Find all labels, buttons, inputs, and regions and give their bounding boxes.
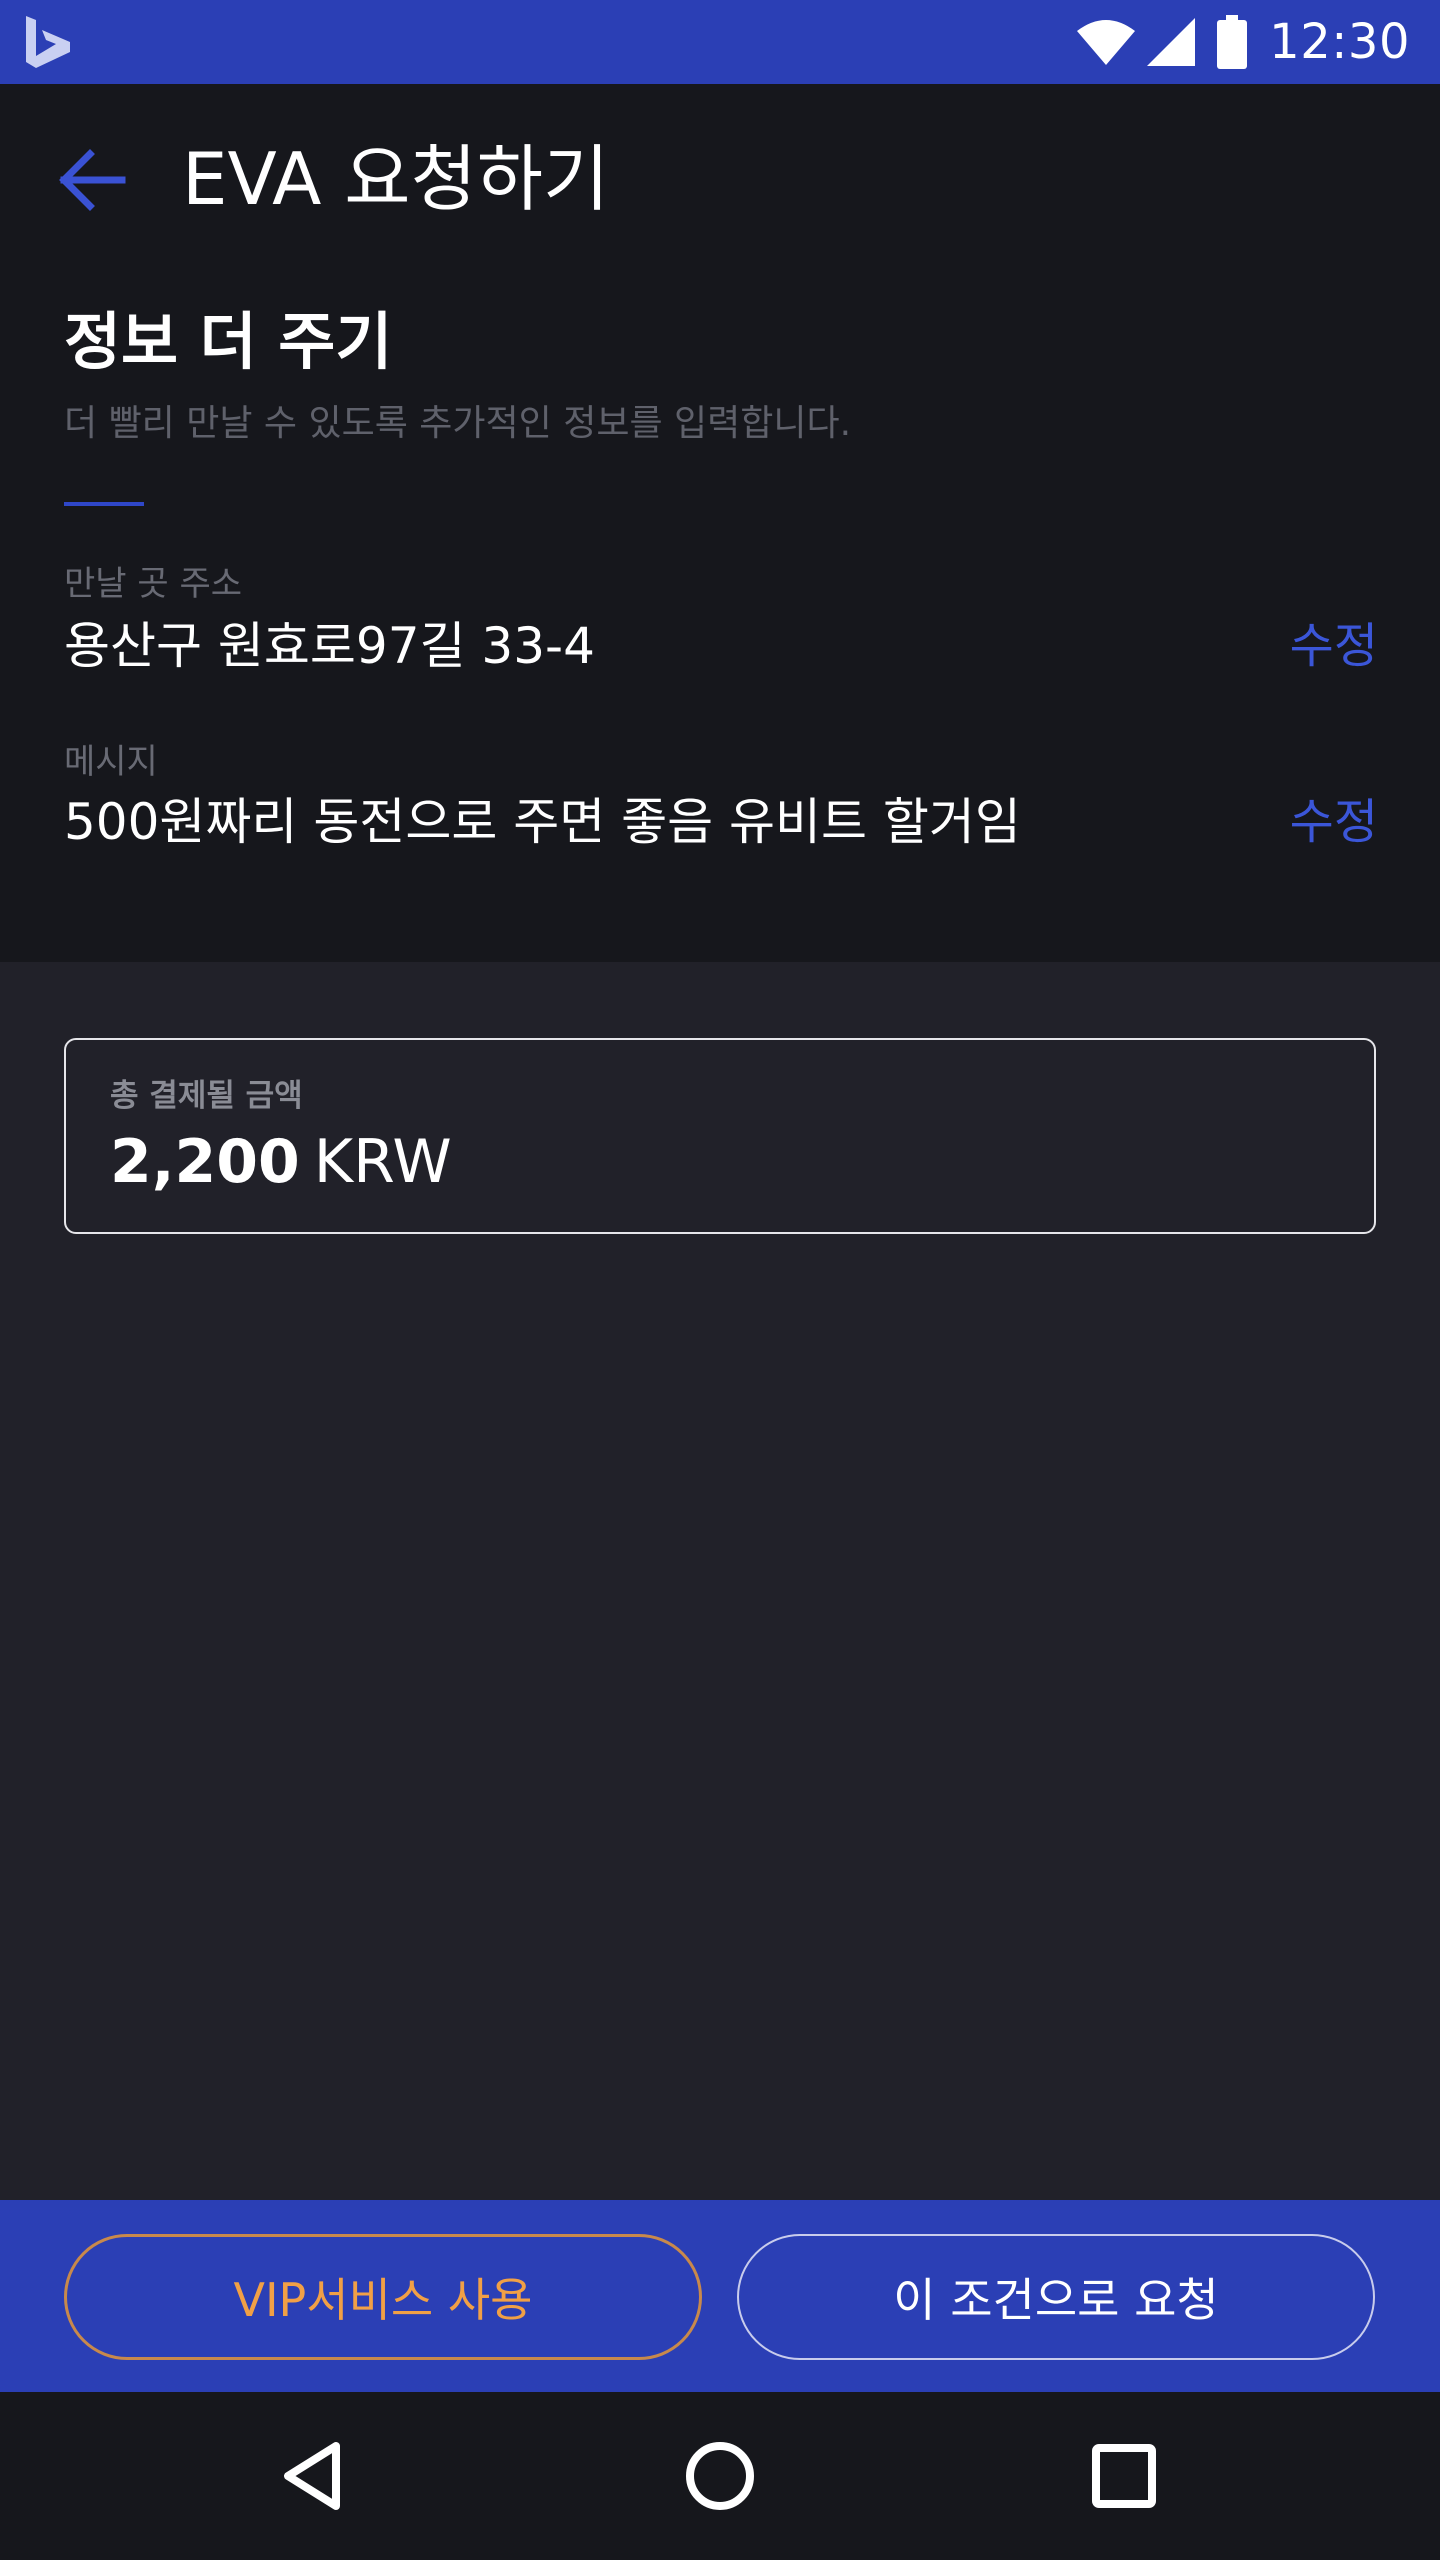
total-label: 총 결제될 금액 — [110, 1078, 303, 1114]
status-bar: 12:30 — [0, 0, 1440, 84]
request-button[interactable]: 이 조건으로 요청 — [737, 2234, 1375, 2360]
bing-logo-icon — [26, 16, 70, 68]
total-amount-card: 총 결제될 금액 2,200 KRW — [64, 1038, 1376, 1234]
request-info-panel: EVA 요청하기 정보 더 주기 더 빨리 만날 수 있도록 추가적인 정보를 … — [0, 84, 1440, 962]
total-amount: 2,200 KRW — [110, 1122, 452, 1202]
accent-divider — [64, 502, 144, 506]
back-triangle-icon[interactable] — [276, 2436, 356, 2516]
battery-icon — [1217, 15, 1248, 69]
section-title: 정보 더 주기 — [64, 305, 393, 378]
status-icons: 12:30 — [1075, 0, 1410, 84]
address-value: 용산구 원효로97길 33-4 — [64, 617, 595, 675]
edit-message-button[interactable]: 수정 — [1290, 790, 1378, 854]
recents-square-icon[interactable] — [1084, 2436, 1164, 2516]
address-label: 만날 곳 주소 — [64, 564, 243, 604]
home-circle-icon[interactable] — [680, 2436, 760, 2516]
page-title: EVA 요청하기 — [182, 137, 610, 221]
total-currency: KRW — [313, 1127, 452, 1197]
action-bar: VIP서비스 사용 이 조건으로 요청 — [0, 2200, 1440, 2392]
status-time: 12:30 — [1269, 14, 1410, 70]
edit-address-button[interactable]: 수정 — [1290, 614, 1378, 678]
section-subtitle: 더 빨리 만날 수 있도록 추가적인 정보를 입력합니다. — [64, 403, 852, 444]
message-label: 메시지 — [64, 742, 158, 782]
arrow-left-icon[interactable] — [56, 144, 128, 216]
wifi-icon — [1077, 20, 1136, 65]
signal-icon — [1147, 18, 1196, 66]
message-value: 500원짜리 동전으로 주면 좋음 유비트 할거임 — [64, 793, 1021, 851]
vip-service-button[interactable]: VIP서비스 사용 — [64, 2234, 702, 2360]
system-nav-bar — [0, 2392, 1440, 2560]
total-amount-value: 2,200 — [110, 1127, 300, 1197]
